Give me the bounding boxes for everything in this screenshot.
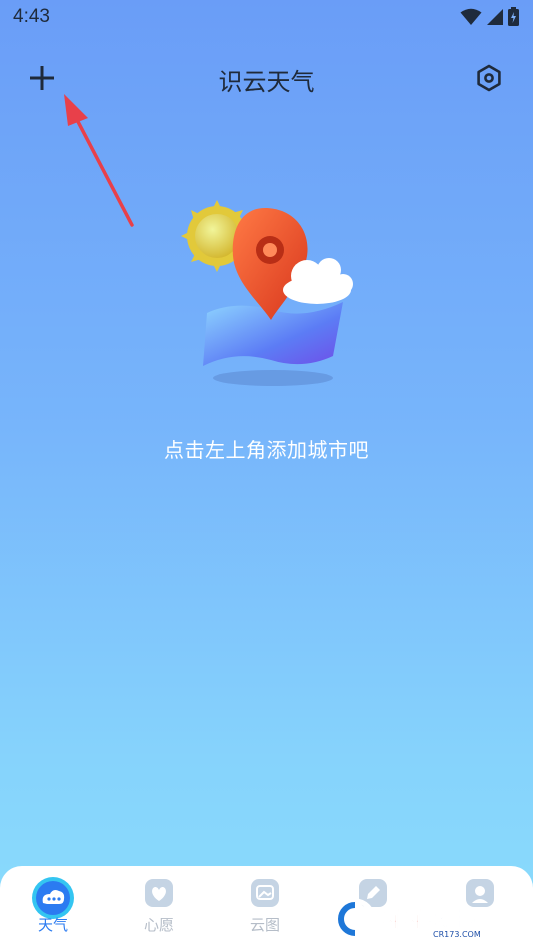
signal-icon [487,8,503,25]
tab-label: 心愿 [143,916,174,934]
hexagon-settings-icon [477,64,501,92]
watermark-logo: 西西 软件园 CR173.COM [334,898,483,940]
status-time: 4:43 [13,6,50,27]
annotation-arrow [64,94,134,227]
empty-state-hint: 点击左上角添加城市吧 [164,438,369,462]
settings-button[interactable] [469,58,509,98]
tab-cloud-map[interactable]: 云图 [212,866,318,948]
watermark: 西西 软件园 CR173.COM [333,897,513,941]
battery-icon [508,7,519,26]
tab-wish[interactable]: 心愿 [106,866,212,948]
svg-text:软件园: 软件园 [429,908,483,930]
map-pin-icon [232,208,308,320]
status-bar: 4:43 [0,0,533,36]
svg-text:西西: 西西 [377,908,421,933]
tab-label: 天气 [37,916,68,934]
location-weather-illustration [181,200,353,386]
svg-text:CR173.COM: CR173.COM [433,930,481,939]
heart-card-icon [145,879,173,907]
tab-label: 云图 [249,916,280,934]
tab-weather[interactable]: 天气 [0,866,106,948]
wifi-icon [460,8,482,25]
status-icons [460,7,519,26]
image-card-icon [251,879,279,907]
